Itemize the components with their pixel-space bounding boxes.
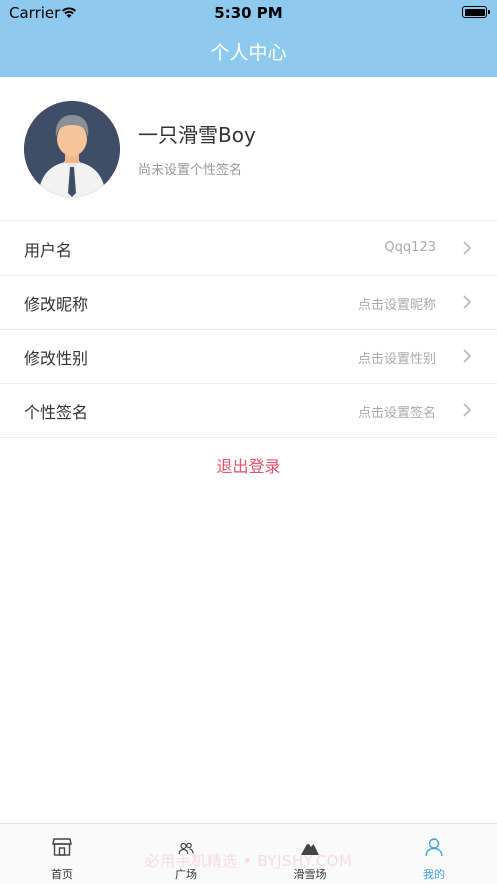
clock: 5:30 PM xyxy=(214,4,283,22)
settings-row-gender[interactable]: 修改性别 点击设置性别 xyxy=(0,329,497,384)
signature-text: 尚未设置个性签名 xyxy=(138,163,243,178)
mountain-icon xyxy=(301,842,319,855)
status-bar: Carrier 5:30 PM xyxy=(0,0,497,26)
row-value: 点击设置签名 xyxy=(357,406,436,421)
chevron-right-icon xyxy=(463,295,472,309)
chevron-right-icon xyxy=(463,403,472,417)
people-icon xyxy=(178,842,194,855)
page-title: 个人中心 xyxy=(210,42,287,64)
row-label: 个性签名 xyxy=(24,403,89,422)
tab-ski-resort[interactable]: 滑雪场 xyxy=(248,824,372,884)
battery-icon xyxy=(462,6,490,18)
row-value: 点击设置性别 xyxy=(357,352,436,367)
profile-card[interactable]: 一只滑雪Boy 尚未设置个性签名 xyxy=(0,77,497,221)
settings-row-nickname[interactable]: 修改昵称 点击设置昵称 xyxy=(0,275,497,330)
person-icon xyxy=(425,838,443,857)
tab-label: 滑雪场 xyxy=(293,868,327,881)
tab-bar: 首页 广场 滑雪场 我的 xyxy=(0,823,497,884)
avatar[interactable] xyxy=(24,101,120,197)
tab-label: 首页 xyxy=(51,868,73,881)
chevron-right-icon xyxy=(463,241,472,255)
tab-square[interactable]: 广场 xyxy=(124,824,248,884)
chevron-right-icon xyxy=(463,349,472,363)
tab-home[interactable]: 首页 xyxy=(0,824,124,884)
nickname: 一只滑雪Boy xyxy=(138,123,256,147)
row-value: 点击设置昵称 xyxy=(357,298,436,313)
row-value: Qqq123 xyxy=(384,240,436,255)
row-label: 用户名 xyxy=(24,241,73,260)
header: Carrier 5:30 PM 个人中心 xyxy=(0,0,497,77)
row-label: 修改性别 xyxy=(24,349,89,368)
settings-row-signature[interactable]: 个性签名 点击设置签名 xyxy=(0,383,497,438)
logout-button[interactable]: 退出登录 xyxy=(0,453,497,477)
avatar-illustration xyxy=(24,101,120,197)
tab-label: 我的 xyxy=(423,868,445,881)
row-label: 修改昵称 xyxy=(24,295,89,314)
tab-mine[interactable]: 我的 xyxy=(372,824,496,884)
settings-row-username[interactable]: 用户名 Qqq123 xyxy=(0,221,497,276)
tab-label: 广场 xyxy=(175,868,197,881)
storefront-icon xyxy=(52,838,72,856)
